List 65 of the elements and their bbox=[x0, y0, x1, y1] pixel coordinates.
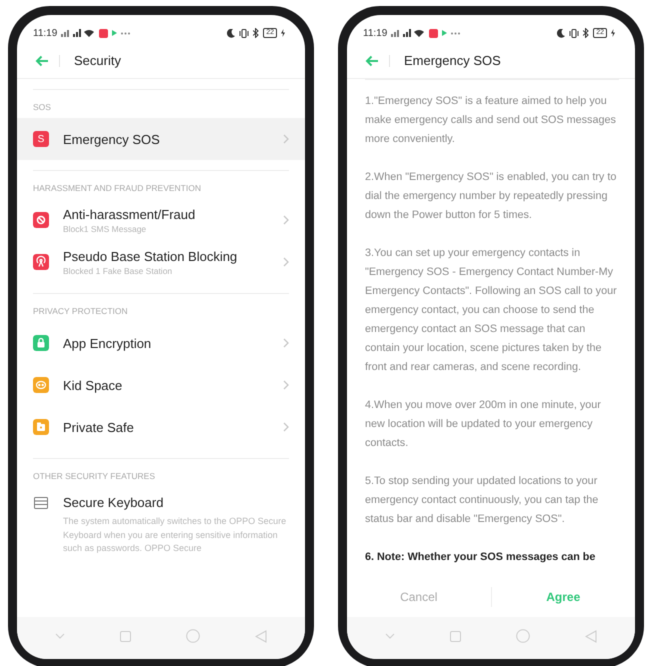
settings-item[interactable]: App Encryption bbox=[17, 322, 305, 364]
bluetooth-icon bbox=[253, 28, 260, 38]
item-title: Kid Space bbox=[63, 378, 124, 392]
screen-title: Security bbox=[74, 53, 121, 68]
item-title: Anti-harassment/Fraud bbox=[63, 206, 196, 222]
section-header: OTHER SECURITY FEATURES bbox=[32, 470, 156, 483]
charging-icon bbox=[281, 29, 285, 37]
chevron-icon bbox=[283, 215, 289, 225]
chevron-down-icon[interactable] bbox=[54, 633, 65, 639]
chevron-icon bbox=[283, 380, 289, 390]
section-header: PRIVACY PROTECTION bbox=[32, 305, 129, 318]
chevron-icon bbox=[283, 422, 289, 432]
item-title: App Encryption bbox=[63, 336, 152, 350]
chevron-down-icon[interactable] bbox=[384, 633, 395, 639]
play-icon bbox=[442, 30, 448, 36]
item-title: Pseudo Base Station Blocking bbox=[63, 248, 238, 264]
info-paragraph: 4.When you move over 200m in one minute, your new location will be updated to your emergency contacts. bbox=[365, 398, 602, 451]
info-paragraph: 1."Emergency SOS" is a feature aimed to help you make emergency calls and send out SOS messages more conveniently. bbox=[365, 94, 617, 147]
info-paragraph: 3.You can set up your emergency contacts in "Emergency SOS - Emergency Contact Number-My Emergency Contacts". Following an SOS call to your emergency contact, you can choose to send the emergency contact an SOS message that can contain your location, scene pictures taken by the front and rear cameras, and scene recording. bbox=[365, 246, 618, 375]
notification-icon bbox=[99, 28, 108, 38]
back-arrow-icon[interactable] bbox=[35, 54, 49, 66]
notification-icon bbox=[429, 28, 438, 38]
item-subtitle: Blocked 1 Fake Base Station bbox=[63, 266, 174, 276]
settings-item[interactable]: S Emergency SOS bbox=[17, 118, 305, 160]
item-description: The system automatically switches to the OPPO Secure Keyboard when you are entering sensitive information such as passwords. OPPO Secure bbox=[63, 515, 288, 555]
bluetooth-icon bbox=[583, 28, 590, 38]
vibrate-icon bbox=[569, 28, 580, 38]
back-arrow-icon[interactable] bbox=[365, 54, 379, 66]
item-subtitle: Block1 SMS Message bbox=[63, 224, 148, 234]
section-header: HARASSMENT AND FRAUD PREVENTION bbox=[32, 182, 202, 195]
info-paragraph: 6. Note: Whether your SOS messages can be bbox=[365, 550, 596, 565]
moon-icon bbox=[227, 28, 236, 38]
chevron-icon bbox=[283, 338, 289, 348]
more-icon bbox=[121, 32, 130, 34]
status-time: 11:19 bbox=[33, 28, 58, 38]
section-header: SOS bbox=[32, 101, 52, 114]
recent-apps-icon[interactable] bbox=[120, 630, 131, 642]
info-paragraph: 5.To stop sending your updated locations to your emergency contact continuously, you can tap the status bar and disable "Emergency SOS". bbox=[365, 474, 600, 527]
settings-item[interactable]: Pseudo Base Station Blocking Blocked 1 Fake Base Station bbox=[17, 241, 305, 283]
signal-icon bbox=[391, 29, 426, 37]
chevron-icon bbox=[283, 134, 289, 144]
item-title: Secure Keyboard bbox=[63, 495, 164, 510]
charging-icon bbox=[611, 29, 615, 37]
item-title: Private Safe bbox=[63, 420, 135, 434]
home-icon[interactable] bbox=[186, 629, 200, 643]
play-icon bbox=[112, 30, 118, 36]
more-icon bbox=[451, 32, 460, 34]
keyboard-icon bbox=[34, 497, 48, 509]
home-icon[interactable] bbox=[516, 629, 530, 643]
back-icon[interactable] bbox=[585, 630, 598, 642]
settings-item[interactable]: Secure Keyboard The system automatically switches to the OPPO Secure Keyboard when you are entering sensitive information such as passwords. OPPO Secure bbox=[17, 487, 305, 556]
screen-title: Emergency SOS bbox=[404, 53, 501, 68]
back-icon[interactable] bbox=[255, 630, 268, 642]
settings-item[interactable]: Kid Space bbox=[17, 364, 305, 406]
settings-item[interactable]: Private Safe bbox=[17, 406, 305, 448]
vibrate-icon bbox=[239, 28, 250, 38]
status-time: 11:19 bbox=[363, 28, 388, 38]
item-title: Emergency SOS bbox=[63, 132, 161, 146]
chevron-icon bbox=[283, 257, 289, 267]
shield-letter-icon: S bbox=[33, 131, 49, 147]
moon-icon bbox=[557, 28, 566, 38]
signal-icon bbox=[61, 29, 96, 37]
settings-item[interactable]: Anti-harassment/Fraud Block1 SMS Message bbox=[17, 199, 305, 241]
info-paragraph: 2.When "Emergency SOS" is enabled, you can try to dial the emergency number by repeatedly pressing down the Power button for 5 times. bbox=[365, 170, 618, 223]
recent-apps-icon[interactable] bbox=[450, 630, 461, 642]
